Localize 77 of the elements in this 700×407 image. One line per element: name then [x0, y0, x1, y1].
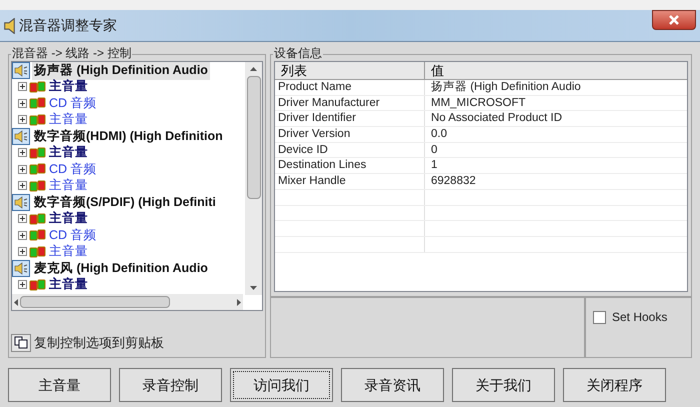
tree-item[interactable]: CD 音频 — [49, 160, 97, 179]
tree-item[interactable]: 主音量 — [49, 242, 88, 262]
connector-icon — [29, 163, 47, 176]
copy-label[interactable]: 复制控制选项到剪贴板 — [34, 333, 164, 352]
tree-item[interactable]: CD 音频 — [49, 226, 97, 245]
tree-item[interactable]: 主音量 — [49, 275, 88, 294]
tree-item[interactable]: 主音量 — [49, 110, 88, 130]
horizontal-scrollbar[interactable] — [12, 294, 243, 310]
table-cell: Driver Version — [275, 127, 425, 142]
copy-icon-button[interactable] — [11, 334, 31, 352]
connector-icon — [29, 114, 47, 126]
connector-icon — [29, 146, 47, 159]
expand-icon[interactable] — [18, 82, 27, 92]
scroll-right-icon[interactable] — [237, 298, 241, 306]
tree-item[interactable]: CD 音频 — [49, 94, 97, 113]
speaker-icon — [12, 128, 30, 145]
expand-icon[interactable] — [18, 181, 27, 190]
close-button[interactable] — [652, 10, 696, 30]
expand-icon[interactable] — [18, 247, 27, 256]
action-button[interactable]: 关闭程序 — [563, 368, 666, 402]
table-cell: Product Name — [275, 80, 425, 95]
expand-icon[interactable] — [18, 148, 27, 158]
scroll-down-icon[interactable] — [250, 286, 257, 290]
action-button[interactable]: 关于我们 — [452, 368, 555, 402]
table-cell: Driver Identifier — [275, 111, 425, 126]
speaker-icon — [12, 260, 30, 277]
speaker-icon — [12, 62, 30, 79]
group-title: 混音器 -> 线路 -> 控制 — [11, 46, 132, 60]
table-cell-text: MM_MICROSOFT — [430, 96, 527, 110]
expand-icon[interactable] — [18, 164, 27, 174]
group-title: 设备信息 — [273, 46, 323, 60]
connector-icon — [29, 80, 47, 93]
table-cell: Destination Lines — [275, 158, 425, 174]
tree-item[interactable]: 主音量 — [49, 77, 88, 96]
tree-item[interactable]: 主音量 — [49, 209, 88, 228]
connector-icon — [29, 180, 47, 192]
window-title: 混音器调整专家 — [19, 16, 117, 35]
table-cell-text: 扬声器 (High Definition Audio — [430, 80, 582, 95]
scroll-up-icon[interactable] — [250, 67, 257, 71]
expand-icon[interactable] — [18, 230, 27, 240]
tree-item[interactable]: 扬声器 (High Definition Audio — [32, 62, 210, 80]
action-button[interactable]: 主音量 — [8, 368, 111, 402]
action-button[interactable]: 访问我们 — [230, 368, 333, 402]
tree-item[interactable]: 麦克风 (High Definition Audio — [32, 258, 210, 278]
action-button[interactable]: 录音控制 — [119, 368, 222, 402]
tree-item[interactable]: 数字音频(S/PDIF) (High Definiti — [32, 192, 218, 212]
copy-icon — [14, 336, 28, 350]
expand-icon[interactable] — [18, 98, 27, 108]
table-cell-text: 6928832 — [430, 174, 477, 189]
scroll-left-icon[interactable] — [14, 298, 18, 306]
column-header[interactable]: 列表 — [275, 62, 425, 79]
table-cell-text: No Associated Product ID — [430, 111, 564, 126]
speaker-icon — [12, 194, 30, 211]
tree-item[interactable]: 数字音频(HDMI) (High Definition — [32, 126, 225, 146]
connector-icon — [29, 229, 47, 242]
expand-icon[interactable] — [18, 115, 27, 124]
table-cell-text: 0 — [430, 142, 438, 158]
column-header[interactable]: 值 — [425, 62, 687, 79]
checkbox-label[interactable]: Set Hooks — [612, 308, 668, 326]
connector-icon — [29, 97, 47, 110]
connector-icon — [29, 212, 47, 225]
table-cell-text: 1 — [430, 158, 438, 174]
tree-item[interactable]: 主音量 — [49, 143, 88, 162]
table-cell-text: 0.0 — [430, 127, 448, 142]
action-button[interactable]: 录音资讯 — [341, 368, 444, 402]
connector-icon — [29, 278, 47, 291]
connector-icon — [29, 246, 47, 258]
tree-item[interactable]: 主音量 — [49, 176, 88, 196]
expand-icon[interactable] — [18, 280, 27, 290]
table-cell: Device ID — [275, 142, 425, 158]
speaker-icon — [4, 18, 15, 34]
close-icon — [668, 15, 680, 25]
table-cell: Mixer Handle — [275, 174, 425, 189]
checkbox[interactable] — [593, 310, 606, 324]
expand-icon[interactable] — [18, 214, 27, 224]
vertical-scrollbar[interactable] — [245, 62, 262, 295]
table-cell: Driver Manufacturer — [275, 96, 425, 110]
